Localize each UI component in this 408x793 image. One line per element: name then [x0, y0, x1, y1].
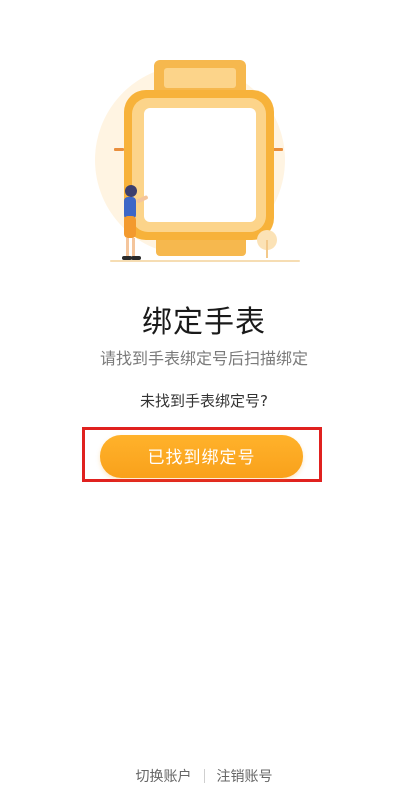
watch-illustration — [80, 40, 330, 270]
found-binding-code-button[interactable]: 已找到绑定号 — [100, 435, 303, 478]
binding-code-not-found-link[interactable]: 未找到手表绑定号? — [0, 390, 408, 411]
switch-account-link[interactable]: 切换账户 — [136, 766, 192, 786]
footer-divider — [203, 769, 205, 783]
logout-account-link[interactable]: 注销账号 — [217, 766, 273, 786]
footer-links: 切换账户 注销账号 — [0, 764, 408, 788]
page-title: 绑定手表 — [142, 305, 266, 340]
page-subtitle: 请找到手表绑定号后扫描绑定 — [99, 349, 308, 368]
bind-watch-page: 绑定手表 请找到手表绑定号后扫描绑定 未找到手表绑定号? 已找到绑定号 切换账户… — [0, 0, 408, 793]
